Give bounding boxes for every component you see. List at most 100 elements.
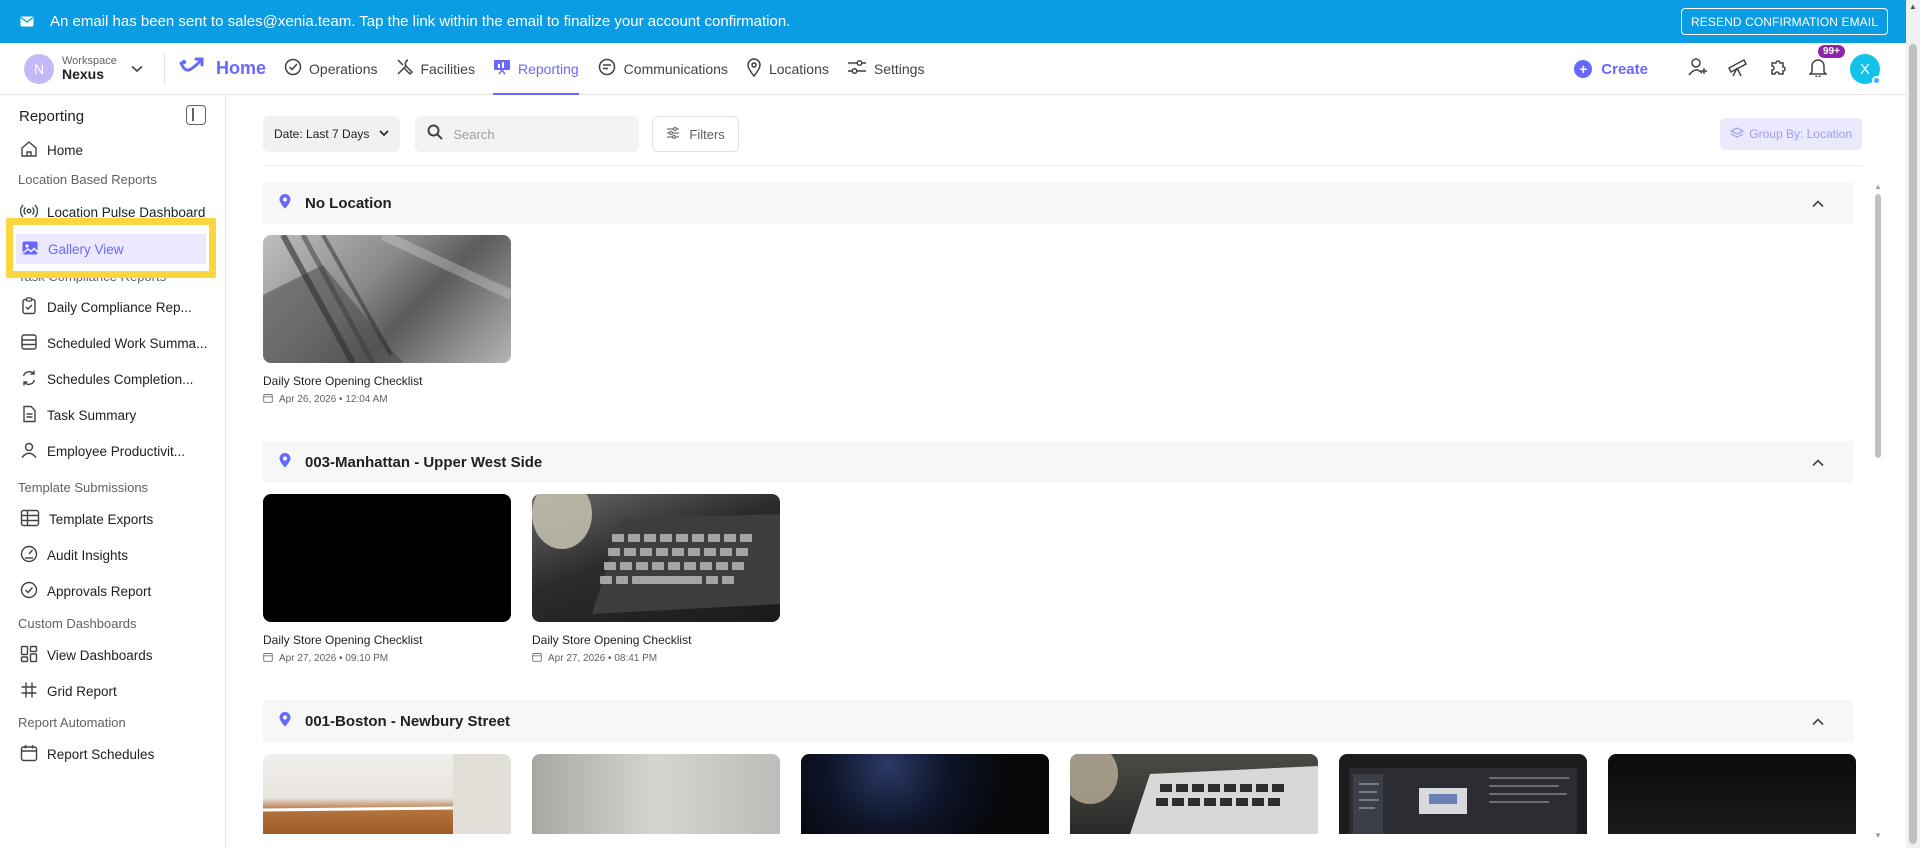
submission-card[interactable]: Daily Store Opening Checklist Apr 26, 20… <box>263 235 511 406</box>
gallery-view-highlight <box>6 218 216 278</box>
collapse-sidebar-icon[interactable] <box>186 105 206 125</box>
submission-photo[interactable] <box>532 494 780 622</box>
workspace-avatar: N <box>24 53 54 84</box>
location-group-header[interactable]: 003-Manhattan - Upper West Side <box>263 441 1853 483</box>
date-range-select[interactable]: Date: Last 7 Days <box>263 116 401 152</box>
nav-operations[interactable]: Operations <box>284 43 378 95</box>
location-group-name: 003-Manhattan - Upper West Side <box>305 453 543 471</box>
sidebar-item-label: Schedules Completion... <box>47 371 194 387</box>
sidebar-item-label: Employee Productivit... <box>47 443 186 459</box>
sidebar-item-view-dashboards[interactable]: View Dashboards <box>20 641 210 669</box>
scroll-up-icon[interactable]: ▲ <box>1874 182 1882 191</box>
sidebar-item-schedules-completion[interactable]: Schedules Completion... <box>20 365 210 393</box>
submission-card[interactable] <box>263 754 511 834</box>
sidebar-item-template-exports[interactable]: Template Exports <box>20 505 210 533</box>
search-box[interactable] <box>415 116 640 152</box>
explore-button[interactable] <box>1718 57 1758 82</box>
location-pin-icon <box>278 193 305 213</box>
location-group-header[interactable]: No Location <box>263 182 1853 224</box>
user-avatar-letter: X <box>1859 60 1870 78</box>
scroll-down-icon[interactable]: ▼ <box>1874 831 1882 840</box>
sidebar-item-grid-report[interactable]: Grid Report <box>20 677 210 705</box>
user-icon <box>20 441 47 462</box>
nav-divider <box>164 53 165 84</box>
location-group-name: No Location <box>305 194 392 212</box>
user-avatar[interactable]: X <box>1850 54 1881 85</box>
submission-photo[interactable] <box>263 235 511 363</box>
nav-settings-label: Settings <box>873 60 925 77</box>
calendar-icon <box>263 652 279 665</box>
submission-date: Apr 26, 2026 • 12:04 AM <box>263 393 511 406</box>
submission-card[interactable] <box>532 754 780 834</box>
gallery-scrollbar[interactable]: ▲ ▼ <box>1874 182 1882 840</box>
chevron-up-icon[interactable] <box>1812 454 1837 471</box>
notifications-button[interactable]: 99+ <box>1798 44 1845 82</box>
nav-facilities[interactable]: Facilities <box>396 43 475 95</box>
section-report-automation: Report Automation <box>18 715 126 730</box>
section-template-submissions: Template Submissions <box>18 480 149 495</box>
submission-card[interactable]: Daily Store Opening Checklist Apr 27, 20… <box>532 494 780 665</box>
resend-confirmation-button[interactable]: RESEND CONFIRMATION EMAIL <box>1681 8 1888 35</box>
sidebar-item-scheduled-work[interactable]: Scheduled Work Summa... <box>20 329 210 357</box>
nav-operations-label: Operations <box>309 60 378 77</box>
sidebar-item-audit-insights[interactable]: Audit Insights <box>20 541 210 569</box>
scrollbar-thumb[interactable] <box>1875 194 1881 458</box>
gallery-toolbar: Date: Last 7 Days Filters <box>263 116 739 152</box>
clipboard-check-icon <box>20 296 47 318</box>
scroll-up-icon[interactable]: ▲ <box>1909 2 1917 11</box>
location-pin-icon <box>278 452 305 472</box>
invite-user-button[interactable] <box>1678 57 1718 82</box>
sidebar-item-home[interactable]: Home <box>20 136 210 164</box>
sidebar-item-label: Grid Report <box>47 683 117 699</box>
workspace-switcher[interactable]: N Workspace Nexus <box>24 53 156 84</box>
window-scrollbar-thumb[interactable] <box>1909 44 1917 844</box>
hashtag-icon <box>20 681 47 702</box>
submission-date-label: Apr 26, 2026 • 12:04 AM <box>279 394 388 405</box>
submission-card[interactable] <box>1608 754 1856 834</box>
nav-reporting[interactable]: Reporting <box>492 43 579 95</box>
toolbar-divider <box>263 165 1863 166</box>
submission-photo[interactable] <box>263 754 511 834</box>
section-location-based: Location Based Reports <box>18 172 157 187</box>
chevron-up-icon[interactable] <box>1812 713 1837 730</box>
submission-photo[interactable] <box>263 494 511 622</box>
sidebar-item-label: Scheduled Work Summa... <box>47 335 208 351</box>
submission-photo[interactable] <box>801 754 1049 834</box>
presentation-chart-icon <box>493 58 518 79</box>
telescope-icon <box>1727 57 1749 82</box>
layers-icon <box>1729 126 1749 142</box>
nav-communications[interactable]: Communications <box>597 43 728 95</box>
sidebar-item-task-summary[interactable]: Task Summary <box>20 401 210 429</box>
submission-card[interactable] <box>1070 754 1318 834</box>
tools-icon <box>396 58 421 79</box>
search-input[interactable] <box>453 126 614 142</box>
sidebar-item-report-schedules[interactable]: Report Schedules <box>20 740 210 768</box>
submission-card[interactable] <box>1339 754 1587 834</box>
top-navigation: N Workspace Nexus Home Operations Facili… <box>0 43 1906 95</box>
submission-photo[interactable] <box>1339 754 1587 834</box>
sidebar-item-daily-compliance[interactable]: Daily Compliance Rep... <box>20 293 210 321</box>
filters-button[interactable]: Filters <box>652 116 739 152</box>
integrations-button[interactable] <box>1758 57 1798 82</box>
location-group-header[interactable]: 001-Boston - Newbury Street <box>263 700 1853 742</box>
nav-home[interactable]: Home <box>179 43 266 95</box>
sidebar-item-approvals-report[interactable]: Approvals Report <box>20 577 210 605</box>
search-icon <box>427 124 444 145</box>
submission-card[interactable]: Daily Store Opening Checklist Apr 27, 20… <box>263 494 511 665</box>
create-button[interactable]: + Create <box>1574 60 1648 78</box>
nav-locations[interactable]: Locations <box>746 43 829 95</box>
group-by-button[interactable]: Group By: Location <box>1720 118 1862 150</box>
xenia-logo-icon <box>179 57 212 80</box>
submission-photo[interactable] <box>532 754 780 834</box>
sidebar-item-employee-productivity[interactable]: Employee Productivit... <box>20 437 210 465</box>
submission-card[interactable] <box>801 754 1049 834</box>
window-scrollbar[interactable]: ▲ <box>1906 0 1920 848</box>
chevron-up-icon[interactable] <box>1812 195 1837 212</box>
submission-date: Apr 27, 2026 • 09:10 PM <box>263 652 511 665</box>
refresh-icon <box>20 369 47 390</box>
chat-icon <box>597 58 624 79</box>
nav-settings[interactable]: Settings <box>847 43 925 95</box>
chevron-down-icon <box>131 62 143 76</box>
submission-photo[interactable] <box>1070 754 1318 834</box>
submission-photo[interactable] <box>1608 754 1856 834</box>
